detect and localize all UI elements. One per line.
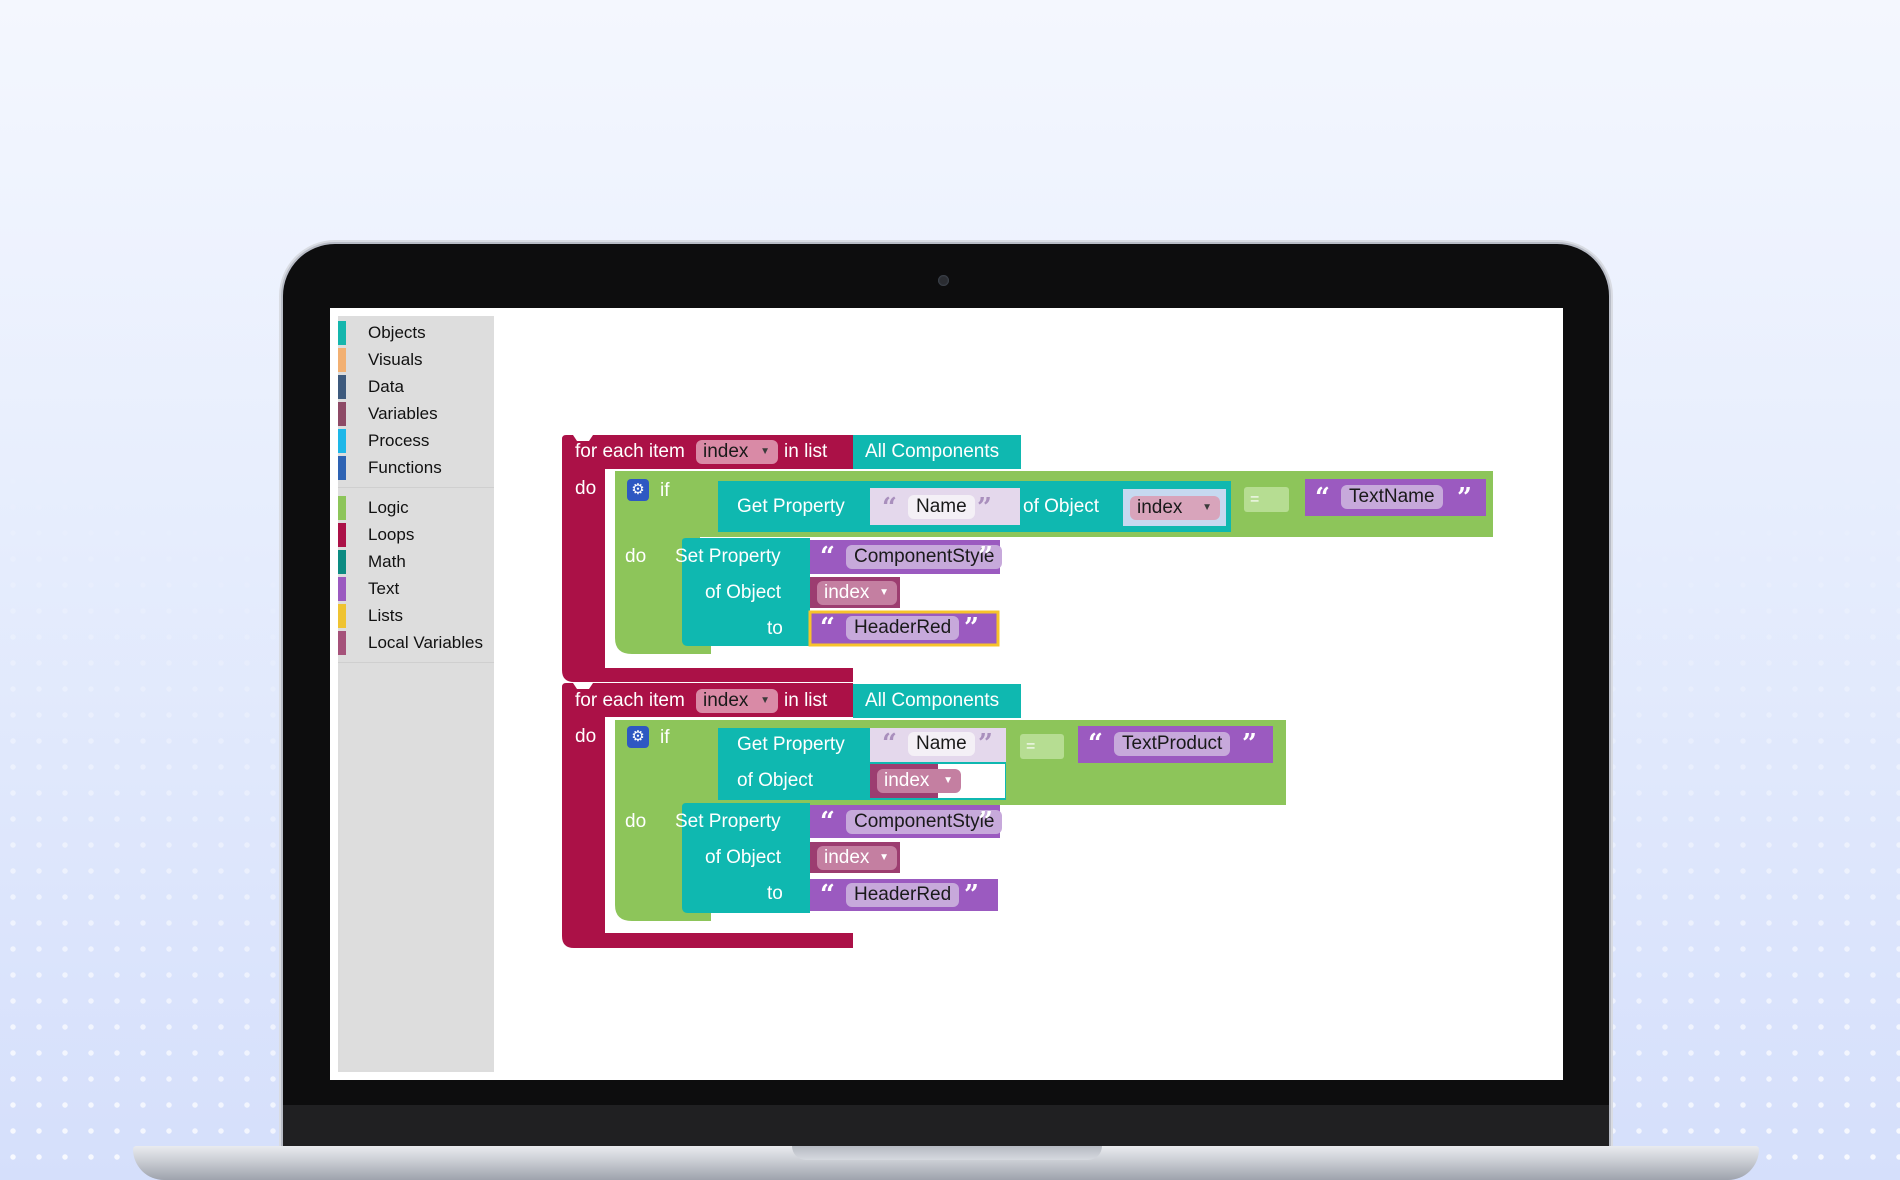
list-label: All Components (865, 690, 1000, 711)
object-var-dropdown[interactable]: index ▼ (877, 769, 961, 793)
camera-icon (938, 275, 949, 286)
quote-close-icon: ” (964, 613, 979, 643)
of-object-label: of Object (705, 582, 782, 603)
laptop-notch (792, 1146, 1102, 1160)
headerred-value[interactable]: HeaderRed (846, 616, 960, 640)
of-object-label: of Object (1023, 496, 1100, 517)
quote-open-icon: “ (1088, 729, 1103, 759)
if-label: if (660, 480, 670, 501)
do-label: do (575, 726, 597, 747)
chevron-down-icon: ▼ (1202, 502, 1212, 513)
quote-open-icon: “ (820, 880, 835, 910)
gear-icon[interactable]: ⚙ (627, 479, 649, 501)
if-label: if (660, 727, 670, 748)
set-object-var-dropdown[interactable]: index ▼ (817, 581, 897, 605)
quote-close-icon: ” (964, 880, 979, 910)
quote-close-icon: ” (978, 807, 993, 837)
quote-open-icon: “ (820, 542, 835, 572)
textproduct-value[interactable]: TextProduct (1114, 732, 1231, 756)
chevron-down-icon: ▼ (943, 775, 953, 786)
headerred-value[interactable]: HeaderRed (846, 883, 960, 907)
set-property-label: Set Property (675, 811, 781, 832)
loop-var-dropdown[interactable]: index ▼ (696, 689, 778, 713)
in-list-label: in list (784, 690, 828, 711)
quote-open-icon: “ (820, 807, 835, 837)
get-property-label: Get Property (737, 496, 845, 517)
quote-open-icon: “ (1315, 483, 1330, 513)
loop-var-dropdown[interactable]: index ▼ (696, 440, 778, 464)
quote-open-icon: “ (882, 493, 897, 523)
textname-value[interactable]: TextName (1341, 485, 1443, 509)
set-property-label: Set Property (675, 546, 781, 567)
compare-operator[interactable]: = (1250, 488, 1259, 512)
for-each-label: for each item (575, 441, 685, 462)
of-object-label: of Object (737, 770, 814, 791)
for-each-label: for each item (575, 690, 685, 711)
quote-close-icon: ” (977, 493, 992, 523)
do-label-inner: do (625, 811, 647, 832)
list-label: All Components (865, 441, 1000, 462)
to-label: to (767, 618, 783, 639)
quote-open-icon: “ (882, 729, 897, 759)
get-property-label: Get Property (737, 734, 845, 755)
quote-close-icon: ” (1457, 483, 1472, 513)
do-label-inner: do (625, 546, 647, 567)
compare-operator[interactable]: = (1026, 735, 1035, 759)
set-object-var-dropdown[interactable]: index ▼ (817, 846, 897, 870)
name-text-value[interactable]: Name (908, 495, 975, 519)
chevron-down-icon: ▼ (879, 587, 889, 598)
name-text-value[interactable]: Name (908, 732, 975, 756)
quote-close-icon: ” (978, 729, 993, 759)
do-label: do (575, 478, 597, 499)
chevron-down-icon: ▼ (760, 446, 770, 457)
chevron-down-icon: ▼ (879, 852, 889, 863)
object-var-dropdown[interactable]: index ▼ (1130, 496, 1220, 520)
quote-close-icon: ” (1242, 729, 1257, 759)
to-label: to (767, 883, 783, 904)
quote-close-icon: ” (978, 542, 993, 572)
quote-open-icon: “ (820, 613, 835, 643)
gear-icon[interactable]: ⚙ (627, 726, 649, 748)
chevron-down-icon: ▼ (760, 695, 770, 706)
of-object-label: of Object (705, 847, 782, 868)
app-screen: Objects Visuals Data Variables Process Functi… (330, 308, 1563, 1080)
in-list-label: in list (784, 441, 828, 462)
